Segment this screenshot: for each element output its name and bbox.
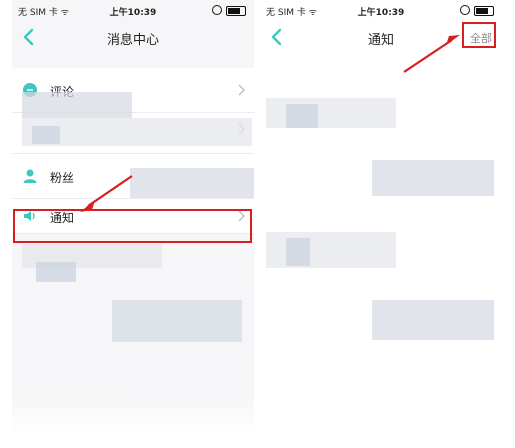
blurred-region bbox=[130, 168, 254, 198]
battery-icon bbox=[226, 6, 246, 16]
user-icon bbox=[23, 169, 37, 183]
blurred-region bbox=[36, 262, 76, 282]
show-all-highlight-box bbox=[462, 22, 496, 48]
blurred-region bbox=[32, 126, 60, 144]
blurred-region bbox=[22, 92, 132, 118]
rotation-lock-icon bbox=[212, 5, 222, 15]
page-title: 消息中心 bbox=[106, 33, 159, 48]
chevron-right-icon bbox=[238, 84, 245, 96]
status-bar: 无 SIM 卡 ᯤ 上午10:39 bbox=[260, 0, 502, 20]
list-item-label: 粉丝 bbox=[50, 171, 75, 185]
blurred-region bbox=[286, 104, 318, 128]
bottom-fade bbox=[260, 396, 502, 436]
battery-icon bbox=[474, 6, 494, 16]
notification-highlight-box bbox=[13, 209, 252, 243]
status-bar: 无 SIM 卡 ᯤ 上午10:39 bbox=[12, 0, 254, 20]
blurred-region bbox=[112, 300, 242, 342]
blurred-region bbox=[286, 238, 310, 266]
blurred-region bbox=[372, 160, 494, 196]
bottom-fade bbox=[12, 396, 254, 436]
nav-bar: 消息中心 bbox=[12, 20, 254, 54]
blurred-region bbox=[372, 300, 494, 340]
right-phone-screen: 无 SIM 卡 ᯤ 上午10:39 通知 全部 bbox=[260, 0, 502, 436]
rotation-lock-icon bbox=[460, 5, 470, 15]
